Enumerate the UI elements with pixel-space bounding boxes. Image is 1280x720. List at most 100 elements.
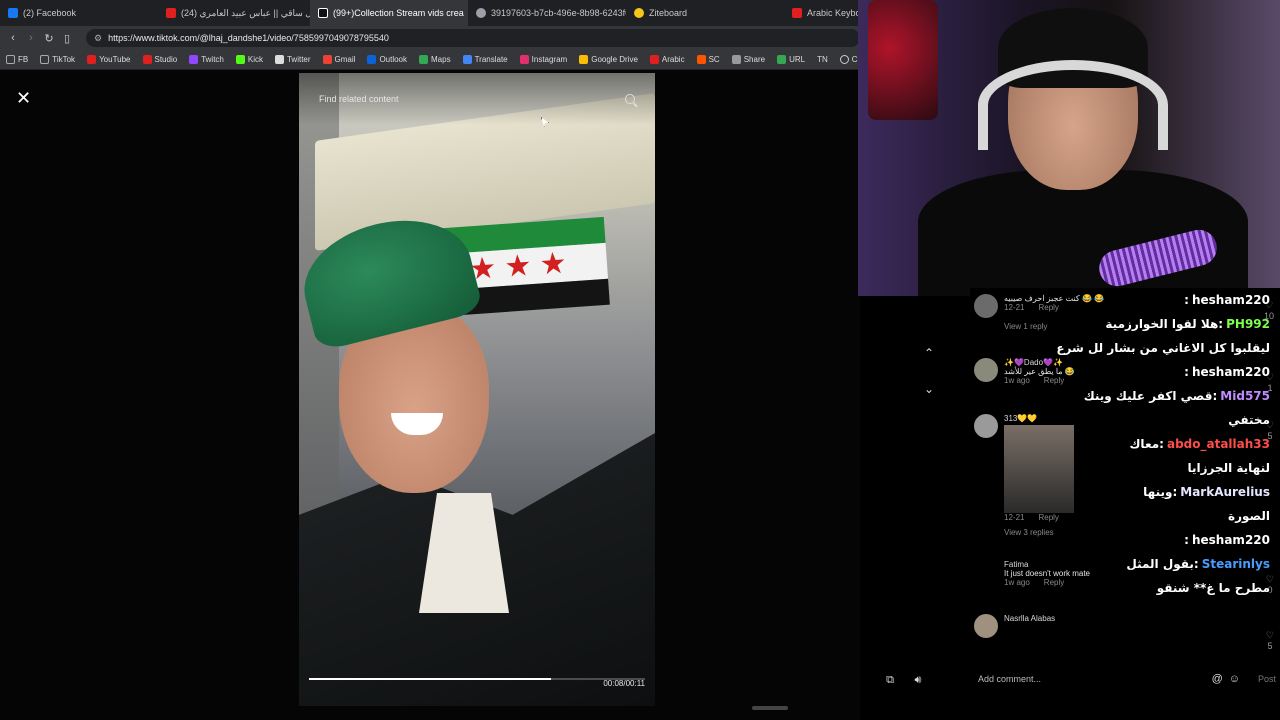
bookmark-label: Twitter bbox=[286, 55, 311, 64]
bookmark-item[interactable]: SC bbox=[691, 55, 726, 64]
tab-ziteboard[interactable]: Ziteboard bbox=[626, 0, 784, 26]
facebook-icon bbox=[8, 8, 18, 18]
comment-meta: 1w ago Reply bbox=[1004, 376, 1075, 385]
avatar[interactable] bbox=[974, 358, 998, 382]
kick-icon bbox=[235, 55, 245, 64]
bookmark-label: Twitch bbox=[201, 55, 224, 64]
bookmark-item[interactable]: Studio bbox=[137, 55, 184, 64]
chat-username[interactable]: abdo_atallah33 bbox=[1167, 437, 1270, 451]
bookmark-item[interactable]: TN bbox=[811, 55, 834, 64]
volume-icon[interactable]: 🔊︎ bbox=[908, 674, 928, 687]
chat-username[interactable]: hesham220 bbox=[1192, 533, 1270, 547]
tab-tiktok[interactable]: (99+)Collection Stream vids crea ✕ bbox=[310, 0, 468, 26]
post-button[interactable]: Post bbox=[1258, 674, 1276, 684]
view-replies-button[interactable]: View 3 replies bbox=[1004, 528, 1074, 537]
chat-username[interactable]: PH992 bbox=[1226, 317, 1270, 331]
bookmark-item[interactable]: Arabic bbox=[644, 55, 691, 64]
find-related-search[interactable]: Find related content bbox=[299, 73, 655, 125]
video-progress-bar[interactable] bbox=[309, 678, 645, 680]
view-replies-button[interactable]: View 1 reply bbox=[1004, 322, 1104, 331]
outlook-icon bbox=[367, 55, 377, 64]
bookmark-item[interactable]: URL bbox=[771, 55, 811, 64]
forward-icon[interactable]: › bbox=[22, 32, 40, 44]
tab-youtube[interactable]: (24) اجمل ساقي || عباس عبيد العامري bbox=[158, 0, 310, 26]
avatar[interactable] bbox=[974, 560, 998, 584]
like-heart-icon[interactable]: ♡ 5 bbox=[1266, 630, 1274, 651]
bookmark-item[interactable]: TikTok bbox=[34, 55, 81, 64]
chat-username[interactable]: Stearinlys bbox=[1202, 557, 1270, 571]
bookmark-item[interactable]: Share bbox=[726, 55, 771, 64]
bookmark-item[interactable]: Twitch bbox=[183, 55, 230, 64]
bookmark-icon[interactable]: ▯ bbox=[58, 32, 76, 45]
reply-button[interactable]: Reply bbox=[1038, 303, 1058, 312]
ziteboard-icon bbox=[634, 8, 644, 18]
bookmark-item[interactable]: FB bbox=[0, 55, 34, 64]
page-scrollbar[interactable] bbox=[752, 706, 788, 710]
video-timecode: 00:08/00:11 bbox=[603, 679, 645, 688]
avatar[interactable] bbox=[974, 294, 998, 318]
instagram-icon bbox=[519, 55, 529, 64]
bookmark-item[interactable]: YouTube bbox=[81, 55, 136, 64]
comment-author[interactable]: Nasrlla Alabas bbox=[1004, 614, 1055, 623]
avatar[interactable] bbox=[974, 414, 998, 438]
bookmark-label: URL bbox=[789, 55, 806, 64]
bookmark-item[interactable]: Gmail bbox=[317, 55, 362, 64]
chat-line: بقول المثل : Stearinlys bbox=[1098, 552, 1270, 576]
bookmark-item[interactable]: Kick bbox=[230, 55, 269, 64]
url-field[interactable]: ⚙ https://www.tiktok.com/@lhaj_dandshe1/… bbox=[86, 29, 860, 47]
previous-video-chevron-up-icon[interactable]: ⌃ bbox=[920, 346, 938, 360]
comment-item: Fatima It just doesn't work mate 1w ago R… bbox=[974, 560, 1090, 587]
bookmark-label: SC bbox=[708, 55, 720, 64]
avatar[interactable] bbox=[974, 614, 998, 638]
mini-player-icon[interactable]: ⧉ bbox=[880, 674, 900, 687]
arabic-icon bbox=[649, 55, 659, 64]
bookmark-item[interactable]: Google Drive bbox=[573, 55, 644, 64]
bookmark-label: YouTube bbox=[99, 55, 131, 64]
reload-icon[interactable]: ↻ bbox=[40, 32, 58, 45]
comment-author[interactable]: Fatima bbox=[1004, 560, 1090, 569]
comment-photo[interactable] bbox=[1004, 425, 1074, 513]
bookmark-label: TikTok bbox=[52, 55, 76, 64]
screen: (2) Facebook (24) اجمل ساقي || عباس عبيد… bbox=[0, 0, 1280, 720]
bookmark-label: FB bbox=[18, 55, 29, 64]
add-comment-input[interactable]: Add comment... @ ☺ bbox=[960, 668, 1240, 690]
comment-meta: 12-21 Reply bbox=[1004, 303, 1104, 312]
chat-line: هلا لقوا الخوارزمية : PH992 bbox=[1098, 312, 1270, 336]
emoji-icon[interactable]: ☺ bbox=[1229, 673, 1240, 685]
site-settings-icon[interactable]: ⚙ bbox=[94, 33, 102, 44]
chat-message: قصي اكفر عليك وينك bbox=[1083, 389, 1213, 403]
comment-author[interactable]: ✨💜Dado💜✨ bbox=[1004, 358, 1075, 367]
chat-username[interactable]: Mid575 bbox=[1220, 389, 1270, 403]
chat-username[interactable]: hesham220 bbox=[1192, 293, 1270, 307]
tab-arabic-keyboard[interactable]: Arabic Keyboard bbox=[784, 0, 860, 26]
comment-item: ✨💜Dado💜✨ ما يطق عير للأشد 😂 1w ago Reply bbox=[974, 358, 1075, 385]
next-video-chevron-down-icon[interactable]: ⌄ bbox=[920, 382, 938, 396]
reply-button[interactable]: Reply bbox=[1044, 376, 1064, 385]
chat-separator: : bbox=[1184, 293, 1189, 307]
bookmark-item[interactable]: Maps bbox=[413, 55, 457, 64]
bookmark-label: TN bbox=[817, 55, 828, 64]
search-icon[interactable] bbox=[625, 94, 635, 104]
tab-facebook[interactable]: (2) Facebook bbox=[0, 0, 158, 26]
comment-date: 1w ago bbox=[1004, 376, 1030, 385]
comment-author[interactable]: 313💛💛 bbox=[1004, 414, 1074, 423]
bookmark-item[interactable]: Translate bbox=[457, 55, 514, 64]
bookmark-item[interactable]: Twitter bbox=[269, 55, 317, 64]
mention-icon[interactable]: @ bbox=[1212, 673, 1223, 685]
tab-label: Arabic Keyboard bbox=[807, 8, 860, 18]
bookmark-label: Arabic bbox=[661, 55, 685, 64]
tiktok-video-page: ✕ ★ ★ ★ Find related content 00:08/00:11 bbox=[0, 70, 860, 720]
reply-button[interactable]: Reply bbox=[1044, 578, 1064, 587]
close-icon[interactable]: ✕ bbox=[16, 88, 31, 109]
back-icon[interactable]: ‹ bbox=[4, 32, 22, 44]
tab-uuid[interactable]: 39197603-b7cb-496e-8b98-6243f6d bbox=[468, 0, 626, 26]
bookmark-item[interactable]: Outlook bbox=[361, 55, 413, 64]
chat-username[interactable]: MarkAurelius bbox=[1180, 485, 1270, 499]
sc-icon bbox=[696, 55, 706, 64]
video-player[interactable]: ★ ★ ★ Find related content 00:08/00:11 bbox=[299, 73, 655, 706]
chat-separator: : bbox=[1218, 317, 1224, 331]
chat-username[interactable]: hesham220 bbox=[1192, 365, 1270, 379]
reply-button[interactable]: Reply bbox=[1038, 513, 1058, 522]
bookmark-item[interactable]: Instagram bbox=[514, 55, 574, 64]
bookmark-label: Translate bbox=[474, 55, 508, 64]
